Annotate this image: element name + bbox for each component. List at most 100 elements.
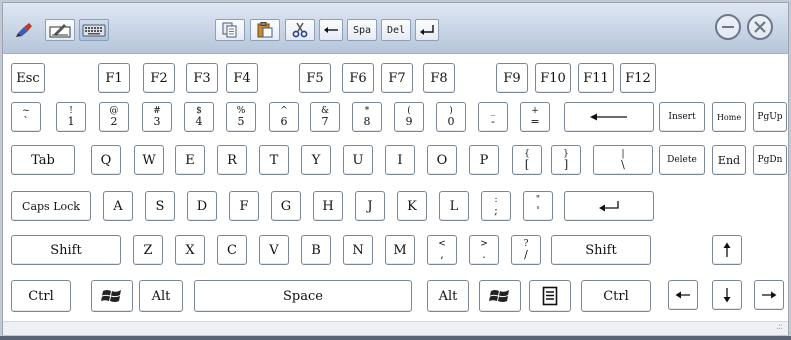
key-x[interactable]: X [175, 235, 205, 265]
key-f12[interactable]: F12 [620, 63, 656, 93]
cut-button[interactable] [285, 19, 315, 41]
key-left-windows[interactable] [91, 280, 133, 312]
key-quote[interactable]: " ' [523, 191, 553, 221]
key-arrow-left[interactable] [668, 280, 698, 310]
key-o[interactable]: O [427, 145, 457, 175]
key-minus[interactable]: _ - [478, 102, 508, 132]
key-n[interactable]: N [343, 235, 373, 265]
enter-button[interactable] [415, 19, 439, 41]
key-9[interactable]: (9 [394, 102, 424, 132]
key-caps-lock[interactable]: Caps Lock [11, 191, 91, 221]
key-3[interactable]: #3 [142, 102, 172, 132]
backspace-button[interactable] [319, 19, 343, 41]
delete-button[interactable]: Del [381, 19, 411, 41]
key-arrow-down[interactable] [712, 280, 742, 310]
pen-tool-icon[interactable] [11, 19, 39, 41]
paste-button[interactable] [250, 19, 280, 41]
key-r[interactable]: R [217, 145, 247, 175]
key-e[interactable]: E [175, 145, 205, 175]
key-menu[interactable] [529, 280, 571, 312]
key-z[interactable]: Z [133, 235, 163, 265]
key-arrow-right[interactable] [754, 280, 784, 310]
key-f8[interactable]: F8 [423, 63, 455, 93]
key-f[interactable]: F [229, 191, 259, 221]
key-label: F8 [430, 70, 448, 86]
resize-grip-icon[interactable]: .:: [776, 322, 783, 332]
key-right-shift[interactable]: Shift [551, 235, 651, 265]
key-left-bracket[interactable]: {[ [512, 145, 542, 175]
key-tab[interactable]: Tab [11, 145, 75, 175]
key-pgup[interactable]: PgUp [753, 102, 787, 132]
key-6[interactable]: ^ 6 [269, 102, 299, 132]
key-1[interactable]: ! 1 [56, 102, 86, 132]
key-backspace[interactable] [564, 102, 654, 132]
key-t[interactable]: T [259, 145, 289, 175]
key-equal[interactable]: + = [520, 102, 550, 132]
key-comma[interactable]: <, [427, 235, 457, 265]
key-delete[interactable]: Delete [659, 145, 705, 175]
close-button[interactable] [747, 14, 773, 40]
key-f11[interactable]: F11 [578, 63, 614, 93]
key-k[interactable]: K [397, 191, 427, 221]
key-right-bracket[interactable]: }] [551, 145, 581, 175]
key-label: L [449, 198, 459, 214]
key-f5[interactable]: F5 [299, 63, 331, 93]
key-backslash[interactable]: | \ [593, 145, 653, 175]
key-period[interactable]: >. [469, 235, 499, 265]
key-2[interactable]: @2 [99, 102, 129, 132]
key-f4[interactable]: F4 [226, 63, 258, 93]
key-backtick[interactable]: ~ ` [11, 102, 41, 132]
key-4[interactable]: $4 [184, 102, 214, 132]
key-b[interactable]: B [301, 235, 331, 265]
key-a[interactable]: A [103, 191, 133, 221]
key-h[interactable]: H [313, 191, 343, 221]
key-end[interactable]: End [712, 145, 746, 175]
key-semicolon[interactable]: :; [481, 191, 511, 221]
key-s[interactable]: S [145, 191, 175, 221]
key-left-alt[interactable]: Alt [139, 280, 183, 312]
key-l[interactable]: L [439, 191, 469, 221]
key-enter[interactable] [564, 191, 654, 221]
key-0[interactable]: ) 0 [436, 102, 466, 132]
key-slash[interactable]: ? / [511, 235, 541, 265]
key-f10[interactable]: F10 [535, 63, 571, 93]
key-8[interactable]: * 8 [352, 102, 382, 132]
key-f9[interactable]: F9 [496, 63, 528, 93]
key-home[interactable]: Home [712, 102, 746, 132]
key-d[interactable]: D [187, 191, 217, 221]
key-f3[interactable]: F3 [186, 63, 218, 93]
key-w[interactable]: W [134, 145, 164, 175]
key-left-shift[interactable]: Shift [11, 235, 121, 265]
handwriting-pad-icon[interactable] [45, 19, 75, 41]
key-pgdn[interactable]: PgDn [753, 145, 787, 175]
key-i[interactable]: I [385, 145, 415, 175]
key-f2[interactable]: F2 [143, 63, 175, 93]
key-u[interactable]: U [343, 145, 373, 175]
key-m[interactable]: M [385, 235, 415, 265]
key-space[interactable]: Space [194, 280, 412, 312]
key-f1[interactable]: F1 [98, 63, 130, 93]
key-right-alt[interactable]: Alt [427, 280, 469, 312]
key-g[interactable]: G [271, 191, 301, 221]
key-left-ctrl[interactable]: Ctrl [11, 280, 71, 312]
key-q[interactable]: Q [91, 145, 121, 175]
key-f7[interactable]: F7 [381, 63, 413, 93]
enter-arrow-icon [599, 201, 619, 212]
copy-button[interactable] [215, 19, 245, 41]
key-insert[interactable]: Insert [659, 102, 705, 132]
key-p[interactable]: P [469, 145, 499, 175]
key-right-ctrl[interactable]: Ctrl [581, 280, 651, 312]
minimize-button[interactable] [715, 14, 741, 40]
key-esc[interactable]: Esc [11, 63, 45, 93]
key-v[interactable]: V [259, 235, 289, 265]
key-right-windows[interactable] [479, 280, 521, 312]
key-f6[interactable]: F6 [342, 63, 374, 93]
key-j[interactable]: J [355, 191, 385, 221]
key-arrow-up[interactable] [712, 235, 742, 265]
key-y[interactable]: Y [301, 145, 331, 175]
keyboard-icon[interactable] [79, 19, 109, 41]
key-7[interactable]: & 7 [310, 102, 340, 132]
key-5[interactable]: % 5 [226, 102, 256, 132]
key-c[interactable]: C [217, 235, 247, 265]
space-button[interactable]: Spa [347, 19, 377, 41]
